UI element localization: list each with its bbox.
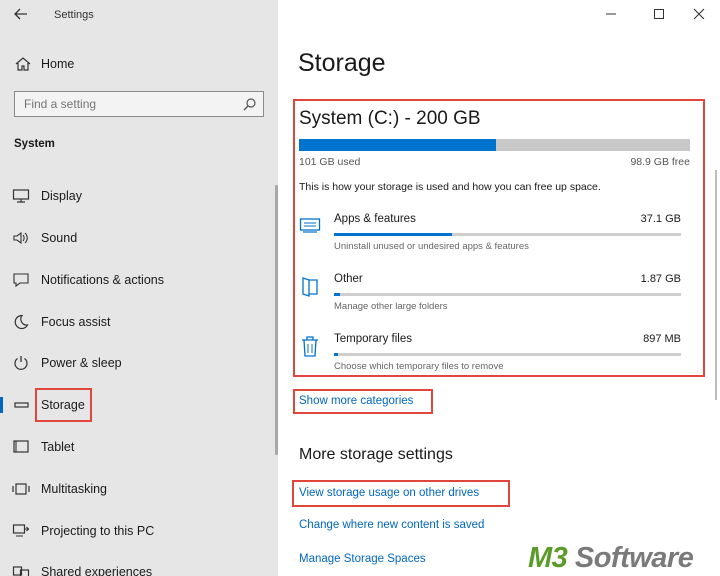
category-apps-features[interactable]: Apps & features 37.1 GB Uninstall unused… [299,213,687,269]
category-usage-bar [334,353,681,356]
minimize-icon [606,13,616,15]
close-icon [693,8,705,20]
sidebar-item-label: Tablet [41,440,75,454]
close-button[interactable] [688,4,710,24]
watermark-prefix: M3 [528,542,568,574]
page-title: Storage [298,49,386,77]
home-icon [15,57,31,71]
watermark-suffix: Software [567,542,694,574]
back-button[interactable] [10,5,32,25]
shared-icon [12,566,30,576]
moon-icon [14,314,29,330]
sidebar-item-display[interactable]: Display [0,181,276,211]
category-description: Manage other large folders [334,301,448,312]
sidebar-item-sound[interactable]: Sound [0,223,276,253]
storage-icon [14,402,29,408]
category-description: Uninstall unused or undesired apps & fea… [334,241,529,252]
used-space-label: 101 GB used [299,156,361,168]
notifications-icon [13,273,29,288]
category-size: 37.1 GB [640,213,681,225]
power-icon [14,356,28,370]
search-box[interactable] [14,91,264,117]
title-bar: Settings [0,0,278,30]
category-name: Temporary files [334,333,412,345]
section-label-system: System [14,138,55,150]
main-pane: Storage System (C:) - 200 GB 101 GB used… [278,0,720,576]
minimize-button[interactable] [600,4,622,24]
sidebar-item-power-sleep[interactable]: Power & sleep [0,348,276,378]
category-usage-bar [334,233,681,236]
drive-usage-fill [299,139,497,151]
sidebar-item-label: Notifications & actions [41,273,164,287]
sidebar-item-multitasking[interactable]: Multitasking [0,474,276,504]
category-usage-fill [334,353,339,356]
drive-title: System (C:) - 200 GB [299,108,481,129]
sidebar-item-notifications[interactable]: Notifications & actions [0,265,276,295]
projecting-icon [12,524,30,537]
sidebar-item-tablet[interactable]: Tablet [0,432,276,462]
more-storage-settings-heading: More storage settings [299,446,453,463]
category-usage-bar [334,293,681,296]
apps-icon [299,218,321,233]
drive-usage-bar [299,139,690,151]
sidebar: Settings Home System Display Sound Notif… [0,0,278,576]
search-icon[interactable] [243,97,257,111]
sidebar-item-label: Sound [41,231,78,245]
change-save-location-link[interactable]: Change where new content is saved [299,519,484,531]
sidebar-item-shared-experiences[interactable]: Shared experiences [0,557,276,576]
category-other[interactable]: Other 1.87 GB Manage other large folders [299,273,687,329]
multitasking-icon [12,483,30,495]
maximize-button[interactable] [648,4,670,24]
category-size: 897 MB [643,333,681,345]
selection-indicator [0,397,3,413]
sound-icon [13,231,28,245]
maximize-icon [654,9,664,19]
trash-icon [302,336,318,357]
display-icon [12,189,30,203]
show-more-categories-link[interactable]: Show more categories [299,395,413,407]
watermark-logo: M3 Software [528,541,718,576]
category-usage-fill [334,233,452,236]
sidebar-item-home[interactable]: Home [0,52,278,76]
category-name: Apps & features [334,213,416,225]
sidebar-item-focus-assist[interactable]: Focus assist [0,307,276,337]
sidebar-item-label: Focus assist [41,315,111,329]
main-scrollbar[interactable] [715,170,717,400]
folder-icon [302,277,318,297]
search-input[interactable] [15,92,233,116]
sidebar-item-label: Home [41,57,75,71]
category-size: 1.87 GB [640,273,681,285]
category-name: Other [334,273,363,285]
category-description: Choose which temporary files to remove [334,361,504,372]
storage-highlight-frame [35,388,92,422]
sidebar-item-label: Multitasking [41,482,107,496]
sidebar-item-label: Projecting to this PC [41,524,155,538]
sidebar-item-projecting[interactable]: Projecting to this PC [0,516,276,546]
storage-explanation: This is how your storage is used and how… [299,181,601,193]
manage-storage-spaces-link[interactable]: Manage Storage Spaces [299,553,426,565]
sidebar-item-label: Display [41,189,82,203]
tablet-icon [13,440,29,453]
app-title: Settings [54,9,94,21]
category-usage-fill [334,293,341,296]
view-other-drives-link[interactable]: View storage usage on other drives [299,487,479,499]
category-temporary-files[interactable]: Temporary files 897 MB Choose which temp… [299,333,687,389]
sidebar-item-label: Shared experiences [41,565,153,576]
free-space-label: 98.9 GB free [630,156,690,168]
arrow-left-icon [14,8,27,20]
sidebar-item-label: Power & sleep [41,356,122,370]
